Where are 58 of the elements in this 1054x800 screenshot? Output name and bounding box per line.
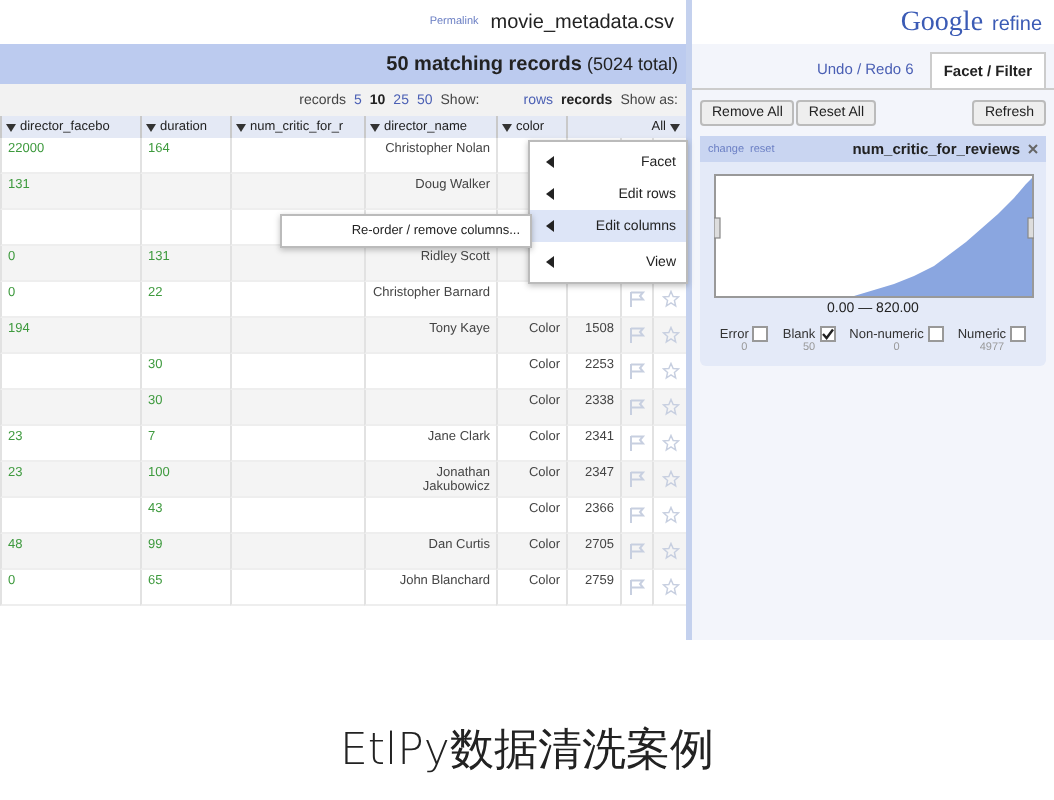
table-cell bbox=[230, 426, 364, 462]
table-cell bbox=[230, 570, 364, 606]
flag-icon[interactable] bbox=[628, 470, 646, 488]
flag-icon[interactable] bbox=[628, 434, 646, 452]
submenu-arrow-icon bbox=[546, 156, 554, 168]
flag-icon[interactable] bbox=[628, 362, 646, 380]
checkbox[interactable] bbox=[927, 326, 944, 342]
checkbox[interactable] bbox=[819, 326, 836, 342]
table-cell bbox=[230, 318, 364, 354]
flag-icon[interactable] bbox=[628, 290, 646, 308]
table-cell bbox=[230, 462, 364, 498]
star-icon[interactable] bbox=[661, 434, 679, 452]
dropdown-icon bbox=[670, 123, 680, 131]
star-icon[interactable] bbox=[661, 362, 679, 380]
star-icon[interactable] bbox=[661, 506, 679, 524]
table-cell bbox=[364, 354, 496, 390]
star-icon[interactable] bbox=[661, 542, 679, 560]
table-cell bbox=[140, 318, 230, 354]
submenu-arrow-icon bbox=[546, 256, 554, 268]
table-cell bbox=[230, 498, 364, 534]
dropdown-icon bbox=[6, 123, 16, 131]
dropdown-icon bbox=[236, 123, 246, 131]
logo: Google refine bbox=[900, 6, 1042, 40]
table-cell bbox=[0, 390, 140, 426]
table-cell bbox=[230, 138, 364, 174]
star-icon[interactable] bbox=[661, 470, 679, 488]
table-cell bbox=[230, 282, 364, 318]
table-cell bbox=[230, 390, 364, 426]
flag-icon[interactable] bbox=[628, 506, 646, 524]
table-cell bbox=[0, 354, 140, 390]
submenu-arrow-icon bbox=[546, 220, 554, 232]
table-cell bbox=[364, 390, 496, 426]
caption: EtlPy数据清洗案例 bbox=[338, 724, 716, 780]
checkbox[interactable] bbox=[752, 326, 769, 342]
table-cell bbox=[364, 498, 496, 534]
table-cell bbox=[140, 210, 230, 246]
table-cell bbox=[230, 534, 364, 570]
flag-icon[interactable] bbox=[628, 542, 646, 560]
dropdown-icon bbox=[146, 123, 156, 131]
flag-icon[interactable] bbox=[628, 578, 646, 596]
submenu-arrow-icon bbox=[546, 188, 554, 200]
record-count: 50 matching records (5024 total) bbox=[386, 53, 678, 75]
flag-icon[interactable] bbox=[628, 398, 646, 416]
table-cell bbox=[230, 354, 364, 390]
table-cell bbox=[140, 174, 230, 210]
star-icon[interactable] bbox=[661, 398, 679, 416]
project-name: movie_metadata.csv bbox=[490, 11, 674, 33]
checkbox[interactable] bbox=[1010, 326, 1027, 342]
close-icon[interactable] bbox=[1028, 144, 1038, 154]
flag-icon[interactable] bbox=[628, 326, 646, 344]
star-icon[interactable] bbox=[661, 578, 679, 596]
dropdown-icon bbox=[370, 123, 380, 131]
star-icon[interactable] bbox=[661, 290, 679, 308]
star-icon[interactable] bbox=[661, 326, 679, 344]
table-cell bbox=[0, 498, 140, 534]
table-cell bbox=[0, 210, 140, 246]
dropdown-icon bbox=[502, 123, 512, 131]
table-cell bbox=[230, 174, 364, 210]
